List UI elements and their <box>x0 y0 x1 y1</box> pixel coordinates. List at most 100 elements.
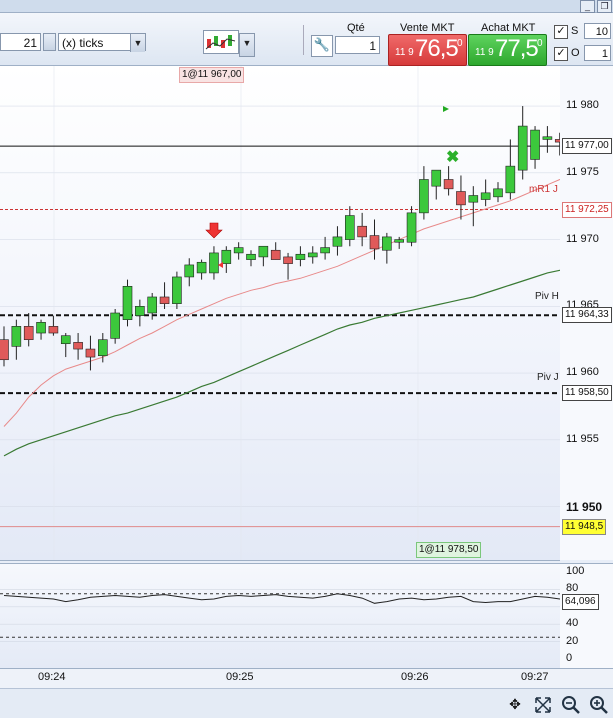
wrench-icon[interactable]: 🔧 <box>311 35 333 57</box>
toolbar-divider <box>303 25 307 55</box>
candle-body <box>122 285 133 320</box>
qty-input[interactable]: 1 <box>335 36 380 54</box>
chart-tools-bar: ✥ <box>0 688 613 718</box>
price-tick-label: 11 980 <box>566 99 599 112</box>
zoom-out-icon[interactable] <box>561 695 581 715</box>
buy-marker-icon <box>443 106 449 112</box>
candle-body <box>98 339 108 357</box>
candle-body <box>36 322 46 334</box>
osc-tick-label: 100 <box>566 565 585 577</box>
candle-body <box>11 326 22 347</box>
osc-tick-label: 20 <box>566 634 579 647</box>
buy-market-button[interactable]: 11 9 77,5 0 <box>468 34 547 66</box>
chart-style-dropdown-icon[interactable]: ▼ <box>239 33 255 57</box>
sell-price-decimal: 0 <box>457 38 463 49</box>
candle-body <box>505 165 516 194</box>
pivj-price-tag: 11 958,50 <box>562 385 612 402</box>
candle-body <box>357 225 367 238</box>
exit-cross-icon: ✖ <box>446 149 459 166</box>
price-tick-label: 11 960 <box>566 366 599 379</box>
candle-body <box>369 235 380 250</box>
chevron-down-icon[interactable]: ▼ <box>130 34 145 52</box>
candle-body <box>270 249 281 260</box>
minimize-button[interactable]: _ <box>580 0 595 13</box>
price-tick-label: 11 955 <box>566 432 599 445</box>
candle-body <box>172 276 182 304</box>
bottom-order-tag[interactable]: 1@11 978,50 <box>416 542 482 558</box>
price-chart[interactable]: ✖ 1@11 967,00 1@11 978,50 mR1 J Piv H Pi… <box>0 66 560 561</box>
s-label: S <box>571 25 579 37</box>
candle-body <box>135 306 145 316</box>
o-value-field[interactable]: 1 <box>584 45 611 61</box>
chart-toolbar: 21 (x) ticks ▼ ▼ 🔧 Qté 1 Vente MKT 11 9 … <box>0 13 613 66</box>
period-spinner[interactable] <box>43 33 56 51</box>
candle-body <box>221 249 232 264</box>
o-label: O <box>571 47 580 59</box>
oscillator-plot[interactable] <box>0 564 560 669</box>
time-label: 09:24 <box>38 671 66 683</box>
candle-body <box>468 195 479 203</box>
s-checkbox[interactable]: ✓ <box>554 25 568 39</box>
sell-market-button[interactable]: 11 9 76,5 0 <box>388 34 467 66</box>
time-axis[interactable]: 09:24 09:25 09:26 09:27 <box>0 668 613 689</box>
candle-body <box>110 312 120 339</box>
candle-body <box>456 191 466 206</box>
candle-body <box>23 326 34 341</box>
oscillator-axis: 100806040200 64,096 <box>560 563 613 669</box>
last-price-tag: 11 977,00 <box>562 138 612 155</box>
candle-body <box>196 261 207 274</box>
price-tick-label: 11 975 <box>566 165 599 178</box>
candle-body <box>295 253 306 260</box>
price-chart-plot[interactable]: ✖ <box>0 66 560 560</box>
candle-body <box>48 326 59 334</box>
top-order-tag[interactable]: 1@11 967,00 <box>179 67 245 83</box>
oscillator-panel[interactable] <box>0 563 560 669</box>
candle-body <box>283 256 293 264</box>
o-checkbox[interactable]: ✓ <box>554 47 568 61</box>
zoom-in-icon[interactable] <box>589 695 609 715</box>
time-label: 09:26 <box>401 671 429 683</box>
osc-tick-label: 0 <box>566 652 573 664</box>
candle-body <box>443 179 454 190</box>
price-axis[interactable]: 11 980 11 975 11 970 11 965 11 960 11 955 11 9… <box>560 66 613 560</box>
restore-button[interactable]: ❐ <box>597 0 612 13</box>
osc-tick-label: 80 <box>566 582 579 595</box>
candle-body <box>382 236 392 251</box>
buy-price-decimal: 0 <box>537 38 543 49</box>
sell-header: Vente MKT <box>400 22 455 34</box>
candle-body <box>493 188 503 198</box>
candle-body <box>0 339 9 361</box>
crosshair-icon[interactable]: ✥ <box>506 696 524 714</box>
candle-body <box>332 236 343 247</box>
candle-body <box>480 192 491 200</box>
candle-body <box>258 245 269 258</box>
period-value-field[interactable]: 21 <box>0 33 41 51</box>
candle-body <box>394 239 405 243</box>
buy-header: Achat MKT <box>481 22 536 34</box>
candle-body <box>246 253 256 260</box>
candle-chart-icon <box>205 35 236 50</box>
buy-price-prefix: 11 9 <box>475 47 494 58</box>
candle-body <box>419 179 429 214</box>
period-unit-label: (x) ticks <box>62 36 104 50</box>
candle-body <box>530 129 540 160</box>
oscillator-value-tag: 64,096 <box>562 594 599 610</box>
period-unit-select[interactable]: (x) ticks ▼ <box>58 33 146 52</box>
candle-body <box>73 342 83 350</box>
chart-style-button[interactable] <box>203 30 239 54</box>
ma-slow-line <box>3 269 560 457</box>
fit-arrows-icon[interactable] <box>533 695 553 715</box>
time-label: 09:27 <box>521 671 549 683</box>
candle-body <box>159 296 170 304</box>
candle-body <box>320 247 330 254</box>
pivh-price-tag: 11 964,33 <box>562 307 612 324</box>
candle-body <box>431 169 442 187</box>
candle-body <box>209 252 219 274</box>
candle-body <box>60 335 71 345</box>
time-label: 09:25 <box>226 671 254 683</box>
candle-body <box>233 247 244 254</box>
candle-body <box>542 136 553 140</box>
price-tick-label: 11 950 <box>566 499 603 514</box>
s-value-field[interactable]: 10 <box>584 23 611 39</box>
low-price-tag: 11 948,5 <box>562 518 607 535</box>
